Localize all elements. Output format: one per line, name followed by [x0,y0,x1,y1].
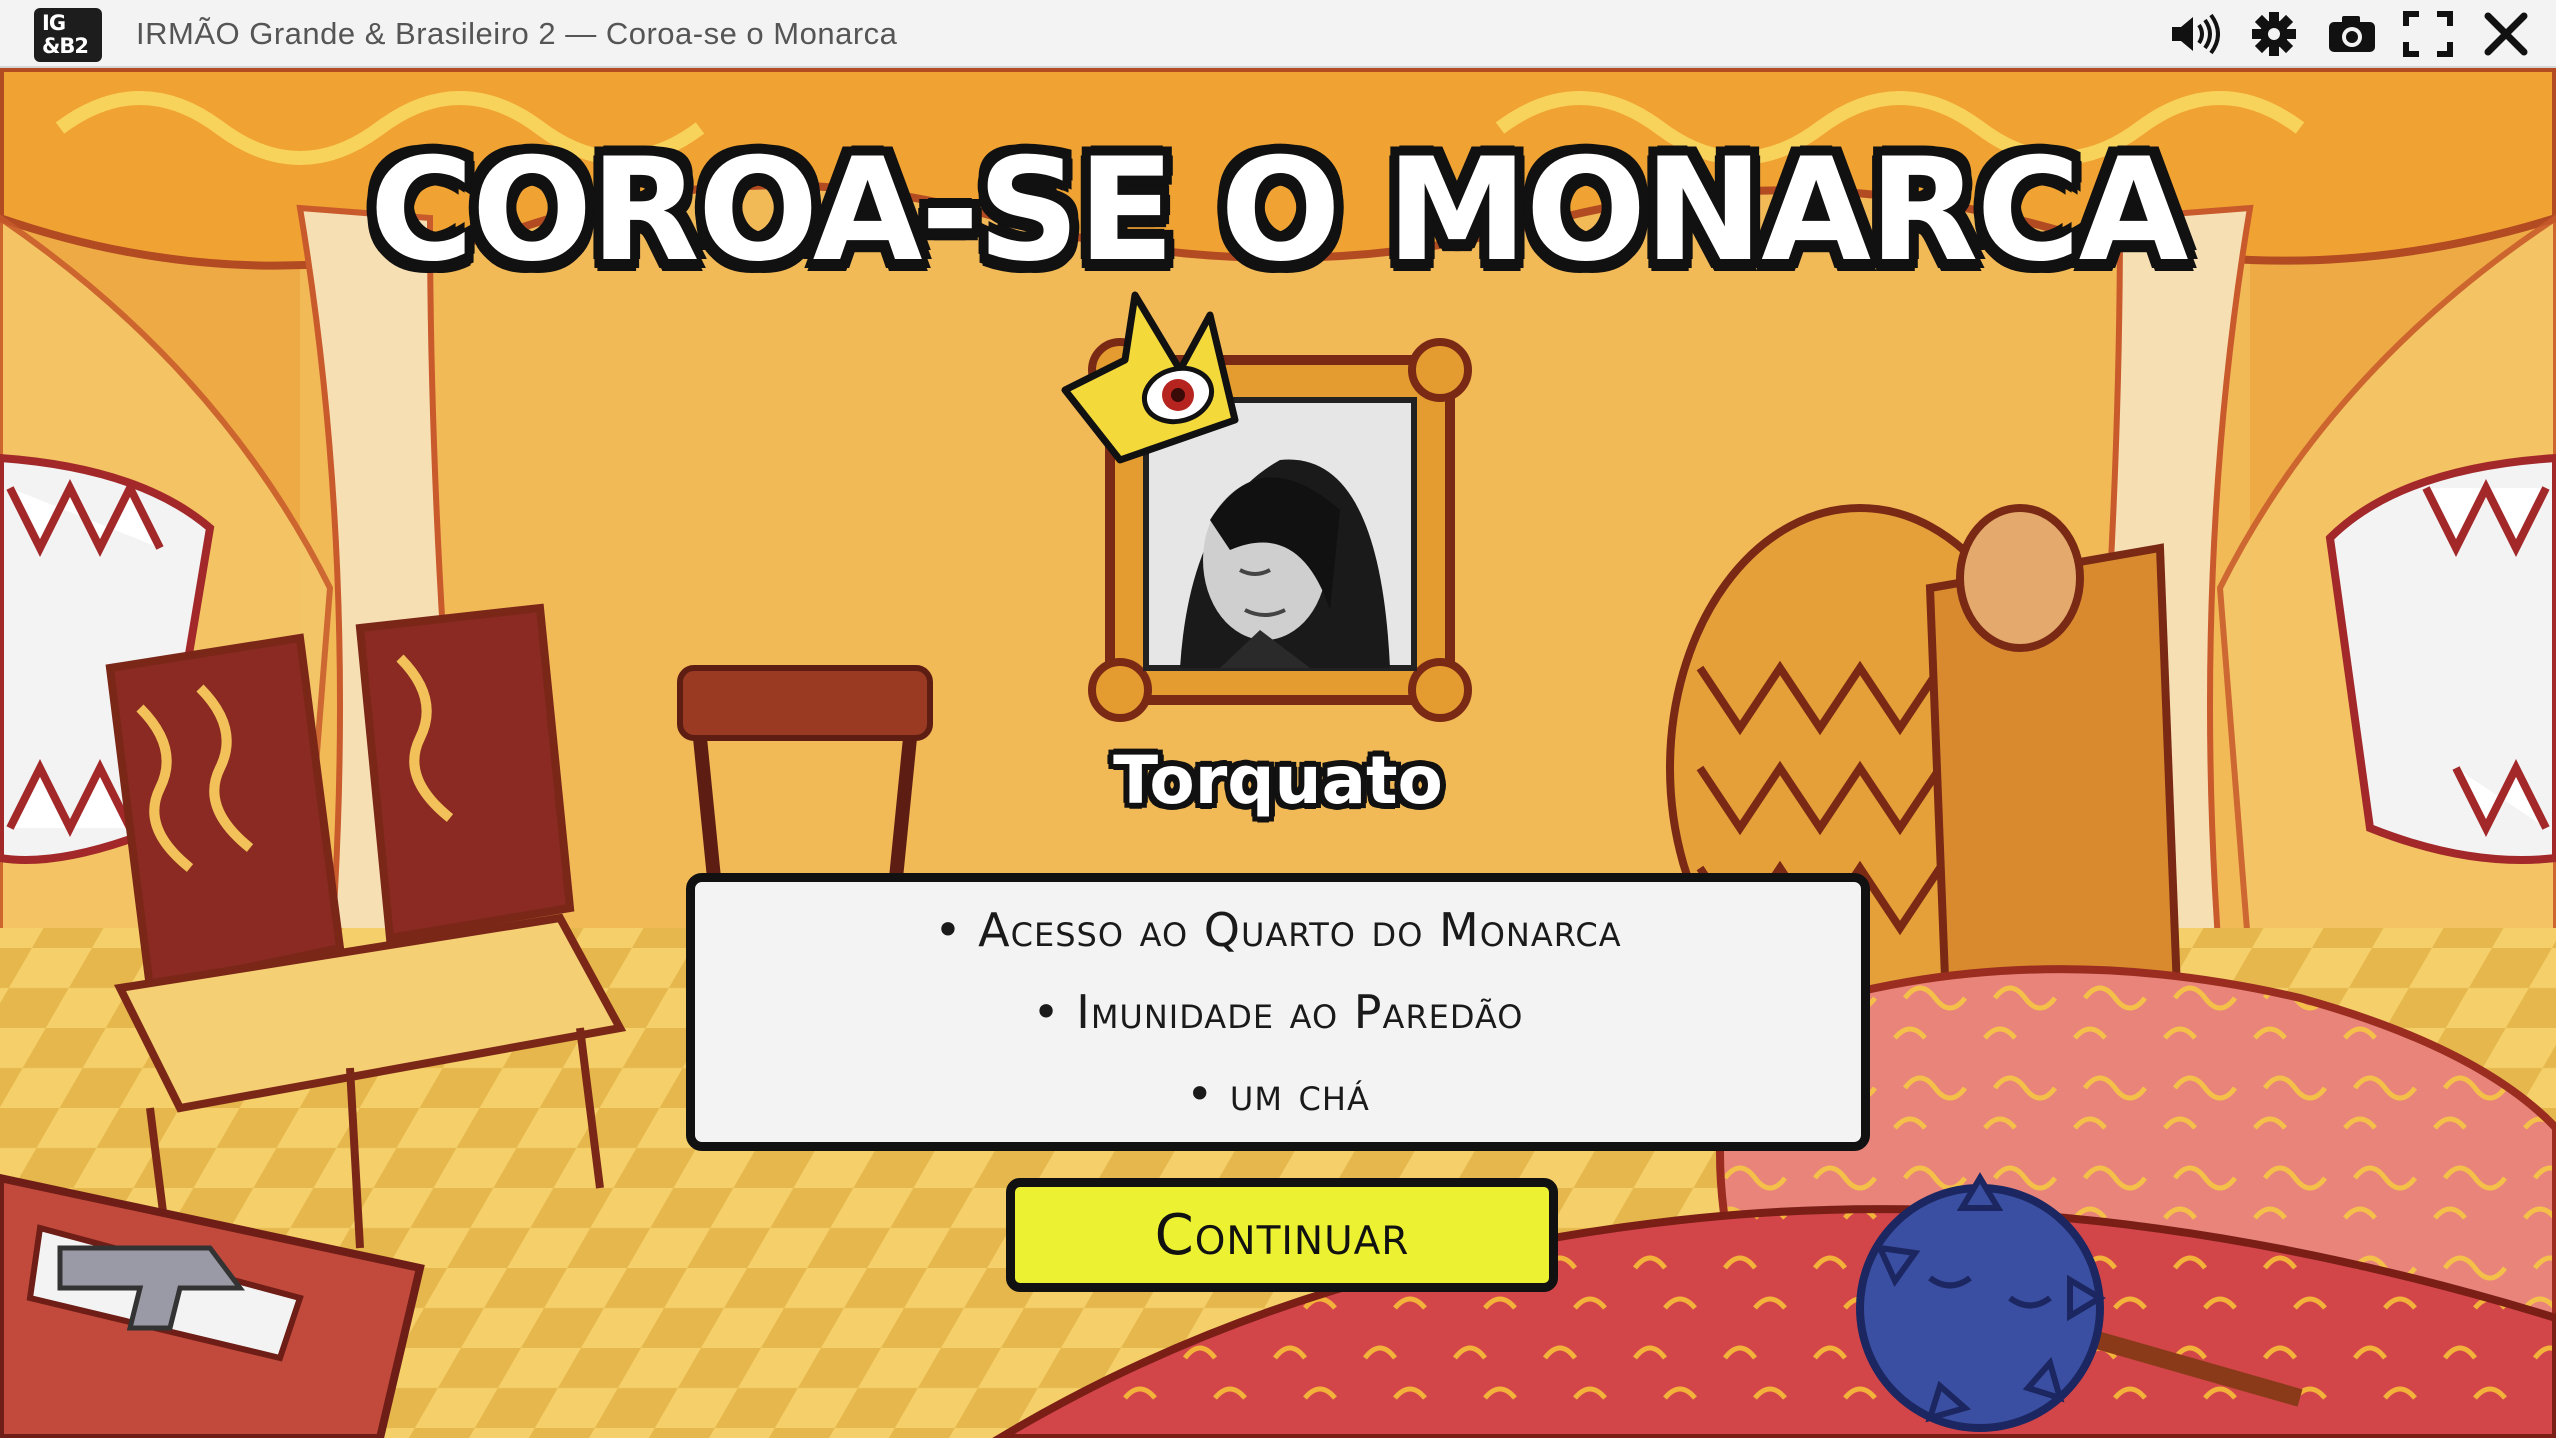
ceremony-title: COROA-SE O MONARCA [369,128,2188,293]
camera-icon[interactable] [2326,10,2378,58]
volume-icon[interactable] [2168,10,2220,58]
perks-panel: Acesso ao Quarto do Monarca Imunidade ao… [686,873,1870,1151]
continue-button[interactable]: Continuar [1006,1178,1558,1292]
perk-item: um chá [1186,1053,1370,1135]
winner-name: Torquato [1113,742,1443,819]
window-title: IRMÃO Grande & Brasileiro 2 — Coroa-se o… [136,16,898,51]
close-icon[interactable] [2480,10,2532,58]
app-logo-line1: IG [42,11,66,35]
monarch-portrait [1060,290,1500,730]
window-titlebar: IG &B2 IRMÃO Grande & Brasileiro 2 — Cor… [0,0,2556,68]
app-logo-line2: &B2 [42,34,89,58]
app-logo: IG &B2 [34,8,102,62]
perk-item: Acesso ao Quarto do Monarca [934,889,1621,971]
gear-icon[interactable] [2248,10,2300,58]
fullscreen-icon[interactable] [2402,10,2454,58]
perk-item: Imunidade ao Paredão [1032,971,1523,1053]
